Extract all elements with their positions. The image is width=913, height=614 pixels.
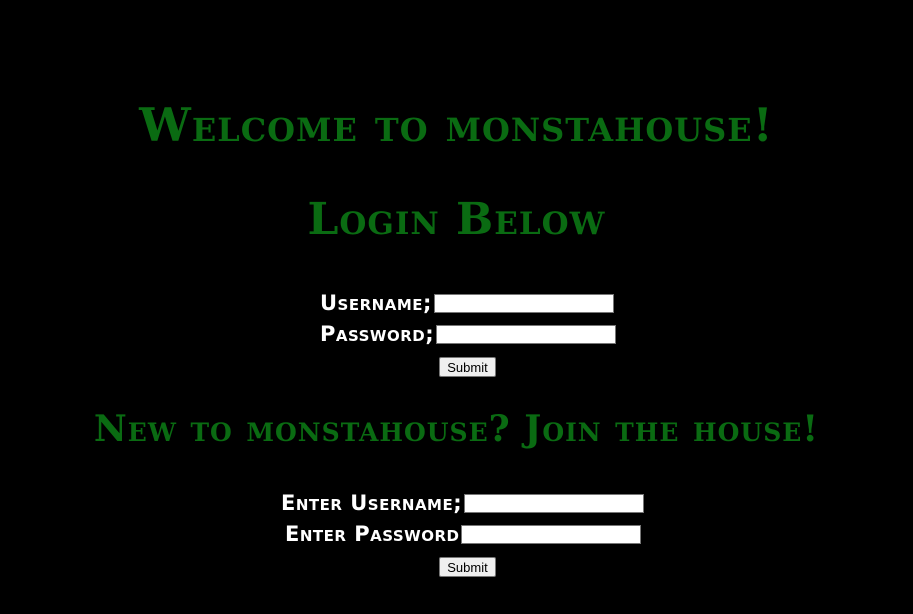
register-submit-button[interactable]: Submit [439, 557, 496, 577]
login-password-label: Password; [320, 322, 435, 346]
register-username-label: Enter Username; [281, 491, 463, 515]
login-password-row: Password; [320, 322, 617, 346]
login-password-input[interactable] [436, 324, 617, 344]
welcome-heading: Welcome to monstahouse! [139, 98, 774, 152]
register-username-input[interactable] [464, 493, 645, 513]
register-password-label: Enter Password [285, 522, 460, 546]
login-title: Login Below [307, 194, 606, 245]
login-username-input[interactable] [433, 293, 614, 313]
login-username-row: Username; [320, 291, 614, 315]
register-username-row: Enter Username; [281, 491, 645, 515]
login-username-label: Username; [320, 291, 432, 315]
register-password-row: Enter Password [285, 522, 642, 546]
register-password-input[interactable] [461, 524, 642, 544]
join-title: New to monstahouse? Join the house! [93, 408, 820, 450]
login-submit-button[interactable]: Submit [439, 357, 496, 377]
